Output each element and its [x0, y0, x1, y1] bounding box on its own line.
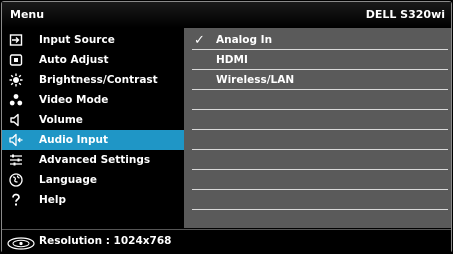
model-name: DELL S320wi: [365, 8, 445, 21]
menu-label: Brightness/Contrast: [39, 74, 158, 86]
menu-label: Advanced Settings: [39, 154, 151, 166]
empty-row: [192, 170, 448, 190]
option-label: Analog In: [216, 34, 273, 46]
menu-label: Audio Input: [39, 134, 108, 146]
empty-row: [192, 190, 448, 210]
resolution-icon: [7, 235, 35, 250]
video-mode-icon: [9, 93, 23, 107]
resolution-label: Resolution : 1024x768: [39, 235, 172, 247]
menu-item-video-mode[interactable]: Video Mode: [2, 90, 184, 110]
sliders-icon: [9, 153, 23, 167]
option-analog-in[interactable]: ✓ Analog In: [192, 30, 448, 50]
menu-item-audio-input[interactable]: Audio Input: [2, 130, 184, 150]
audio-input-icon: [9, 133, 23, 147]
brightness-icon: [9, 73, 23, 87]
menu-item-help[interactable]: Help: [2, 190, 184, 210]
option-label: Wireless/LAN: [216, 74, 295, 86]
osd-menu: Menu DELL S320wi Input Source Auto Adjus…: [0, 0, 453, 254]
option-label: HDMI: [216, 54, 248, 66]
menu-label: Auto Adjust: [39, 54, 109, 66]
globe-icon: [9, 173, 23, 187]
menu-label: Language: [39, 174, 97, 186]
footer: Resolution : 1024x768: [2, 229, 451, 253]
menu-label: Video Mode: [39, 94, 109, 106]
empty-row: [192, 110, 448, 130]
question-icon: [9, 193, 23, 207]
option-hdmi[interactable]: HDMI: [192, 50, 448, 70]
main-menu: Input Source Auto Adjust Brightness/Cont…: [2, 28, 184, 228]
menu-item-auto-adjust[interactable]: Auto Adjust: [2, 50, 184, 70]
menu-item-advanced-settings[interactable]: Advanced Settings: [2, 150, 184, 170]
empty-row: [192, 150, 448, 170]
checkmark-icon: ✓: [194, 33, 205, 48]
header: Menu DELL S320wi: [2, 2, 451, 28]
menu-item-brightness-contrast[interactable]: Brightness/Contrast: [2, 70, 184, 90]
menu-item-volume[interactable]: Volume: [2, 110, 184, 130]
option-wireless-lan[interactable]: Wireless/LAN: [192, 70, 448, 90]
menu-label: Volume: [39, 114, 83, 126]
input-source-icon: [9, 33, 23, 47]
auto-adjust-icon: [9, 53, 23, 67]
speaker-icon: [9, 113, 23, 127]
menu-title: Menu: [10, 8, 45, 21]
menu-label: Help: [39, 194, 67, 206]
menu-item-language[interactable]: Language: [2, 170, 184, 190]
menu-item-input-source[interactable]: Input Source: [2, 30, 184, 50]
empty-row: [192, 130, 448, 150]
menu-label: Input Source: [39, 34, 115, 46]
empty-row: [192, 90, 448, 110]
submenu-panel: ✓ Analog In HDMI Wireless/LAN: [184, 28, 451, 228]
